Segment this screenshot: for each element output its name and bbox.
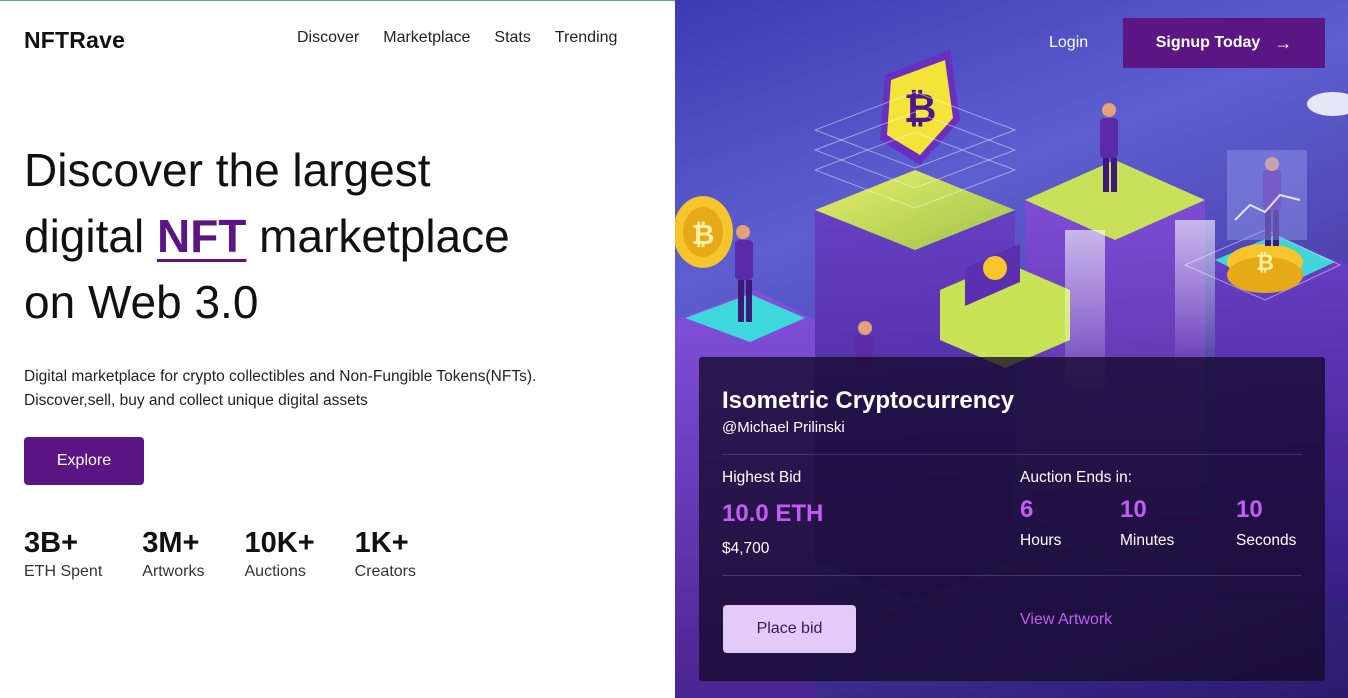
brand-logo[interactable]: NFTRave [24,27,125,54]
timer-minutes: 10 Minutes [1120,492,1236,550]
stat-label: Auctions [244,563,306,580]
hero-title-line3: on Web 3.0 [24,276,259,328]
auction-ends-label: Auction Ends in: [1020,469,1133,486]
stat-value: 10K+ [244,527,315,559]
timer-value: 10 [1120,496,1147,523]
bid-label: Highest Bid [722,469,802,486]
countdown-timer: 6 Hours 10 Minutes 10 Seconds [1020,492,1336,550]
stat-artworks: 3M+ Artworks [142,525,204,581]
arrow-right-icon: → [1274,32,1293,53]
hero-description: Digital marketplace for crypto collectib… [24,368,537,409]
svg-text:₿: ₿ [1256,251,1274,276]
nav-trending[interactable]: Trending [555,29,618,47]
artwork-title: Isometric Cryptocurrency [722,387,1015,414]
bid-usd: $4,700 [722,540,770,557]
stat-value: 3B+ [24,527,79,559]
timer-label: Seconds [1236,532,1297,549]
timer-hours: 6 Hours [1020,492,1120,550]
stat-label: Artworks [142,563,205,580]
view-artwork-link[interactable]: View Artwork [1020,611,1112,629]
hero-title-pre: digital [24,210,157,262]
top-nav: Discover Marketplace Stats Trending [297,29,641,47]
timer-value: 10 [1236,496,1263,523]
login-link[interactable]: Login [1049,34,1088,52]
timer-label: Minutes [1120,532,1175,549]
stat-label: Creators [354,563,416,580]
nav-discover[interactable]: Discover [297,29,359,47]
artwork-author[interactable]: @Michael Prilinski [722,419,845,436]
stat-value: 3M+ [142,527,200,559]
stat-auctions: 10K+ Auctions [245,525,315,581]
hero-title-post: marketplace [246,210,510,262]
timer-value: 6 [1020,496,1034,523]
place-bid-button[interactable]: Place bid [723,605,856,653]
hero-title-accent: NFT [156,210,247,262]
signup-button[interactable]: Signup Today → [1123,18,1325,68]
stat-eth-spent: 3B+ ETH Spent [24,525,102,581]
svg-text:₿: ₿ [692,218,715,251]
stat-creators: 1K+ Creators [355,525,416,581]
stats-row: 3B+ ETH Spent 3M+ Artworks 10K+ Auctions… [24,525,456,581]
nav-marketplace[interactable]: Marketplace [383,29,470,47]
signup-label: Signup Today [1155,34,1261,51]
stat-label: ETH Spent [24,563,103,580]
stat-value: 1K+ [354,527,409,559]
hero-title-line1: Discover the largest [24,144,431,196]
nav-stats[interactable]: Stats [494,29,530,47]
left-panel: NFTRave Discover Marketplace Stats Trend… [0,0,675,698]
auction-card: Isometric Cryptocurrency @Michael Prilin… [699,357,1325,681]
explore-button[interactable]: Explore [24,437,144,485]
timer-label: Hours [1020,532,1062,549]
hero-illustration-panel: ₿ ₿ ₿ Login Signup Today → Isometric Cry… [675,0,1348,698]
hero-title: Discover the largest digital NFT marketp… [24,137,644,335]
svg-text:₿: ₿ [904,86,937,132]
timer-seconds: 10 Seconds [1236,492,1336,550]
bid-value: 10.0 ETH [722,500,824,527]
card-divider [722,575,1302,576]
card-divider [722,454,1302,455]
